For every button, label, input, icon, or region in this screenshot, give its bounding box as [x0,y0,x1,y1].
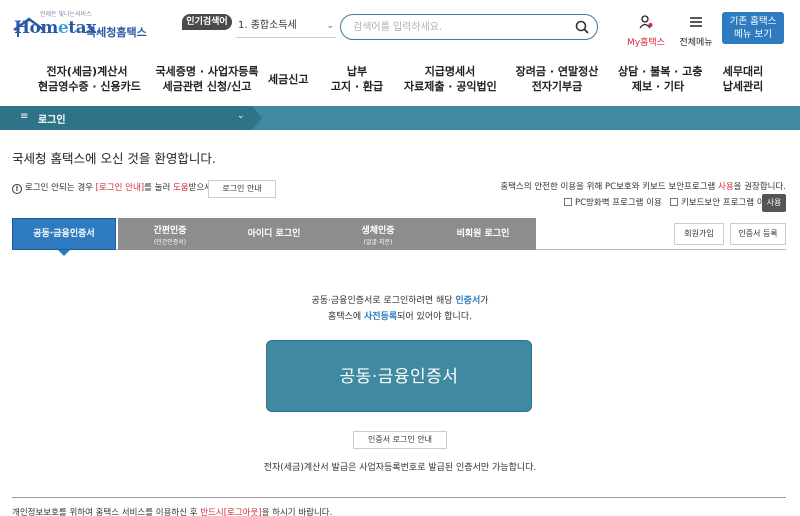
login-guide-link[interactable]: [로그인 안내] [96,183,144,193]
joint-cert-login-button[interactable]: 공동·금융인증서 [266,340,532,412]
old-menu-button[interactable]: 기존 홈택스 메뉴 보기 [722,12,784,44]
nav-item-payment[interactable]: 납부고지 · 환급 [330,64,384,94]
keyboard-security-checkbox[interactable] [670,198,678,206]
nav-item-tax-report[interactable]: 세금신고 [268,72,308,87]
all-menu-button[interactable]: 전체메뉴 [676,14,716,48]
active-tab-pointer [58,250,70,256]
signup-button[interactable]: 회원가입 [674,223,724,245]
nav-item-certificate[interactable]: 국세증명 · 사업자등록세금관련 신청/신고 [146,64,268,94]
keyboard-security-label: 키보드보안 프로그램 이용 [681,198,772,208]
nav-item-consult[interactable]: 상담 · 불복 · 고충제보 · 기타 [618,64,698,94]
chevron-down-icon: ⌄ [326,14,334,38]
chevron-down-icon: ⌄ [237,111,245,121]
myhome-button[interactable]: My홈택스 [624,14,668,48]
all-menu-label: 전체메뉴 [676,35,716,48]
cert-register-button[interactable]: 인증서 등록 [730,223,786,245]
myhome-label: My홈택스 [624,35,668,48]
menu-icon: ≡ [20,111,28,122]
privacy-notice: 개인정보보호를 위하여 홈택스 서비스를 이용하신 후 반드시[로그아웃]을 하… [12,506,332,516]
bottom-divider [12,497,786,498]
firewall-checkbox[interactable] [564,198,572,206]
nav-item-tax-agent[interactable]: 세무대리납세관리 [720,64,766,94]
user-icon [639,15,653,29]
cert-login-guide-button[interactable]: 인증서 로그인 안내 [353,431,447,449]
old-menu-line1: 기존 홈택스 [722,15,784,28]
login-notice: !로그인 안되는 경우 [로그인 안내]를 눌러 도움받으세요. [12,181,223,194]
login-guide-button[interactable]: 로그인 안내 [208,180,276,198]
popular-search-value: 1. 종합소득세 [238,20,297,31]
location-label: 로그인 [38,111,66,126]
hamburger-icon [689,15,703,29]
tab-joint-cert[interactable]: 공동·금융인증서 [12,218,116,250]
popular-search-select[interactable]: 1. 종합소득세 ⌄ [236,14,336,38]
logo-tagline: 언제든 빛나는서비스 [40,9,92,18]
location-bar: ≡ 로그인 ⌄ [0,106,800,130]
old-menu-line2: 메뉴 보기 [722,28,784,41]
nav-item-einvoice[interactable]: 전자(세금)계산서현금영수증 · 신용카드 [38,64,136,94]
use-button[interactable]: 사용 [762,194,786,212]
location-dropdown[interactable]: ≡ 로그인 ⌄ [0,106,252,130]
firewall-label: PC방화벽 프로그램 이용 [575,198,662,208]
page-title: 국세청 홈택스에 오신 것을 환영합니다. [12,148,216,167]
search-box[interactable] [340,14,598,40]
search-input[interactable] [353,20,563,34]
tab-nonmember[interactable]: 비회원 로그인 [430,218,536,250]
warning-icon: ! [12,184,22,194]
search-icon[interactable] [575,20,589,34]
tab-biometric[interactable]: 생체인증 (얼굴·지문) [326,218,430,250]
nav-item-statement[interactable]: 지급명세서자료제출 · 공익법인 [404,64,496,94]
nav-item-incentive[interactable]: 장려금 · 연말정산전자기부금 [514,64,600,94]
tab-simple-auth[interactable]: 간편인증 (민간인증서) [118,218,222,250]
logo-korean: 국세청홈택스 [86,24,147,40]
login-tabs: 공동·금융인증서 간편인증 (민간인증서) 아이디 로그인 생체인증 (얼굴·지… [12,218,536,250]
security-recommend: 홈택스의 안전한 이용을 위해 PC보호와 키보드 보안프로그램 사용을 권장합… [440,180,786,192]
main-nav: 전자(세금)계산서현금영수증 · 신용카드 국세증명 · 사업자등록세금관련 신… [0,58,800,102]
crumb-arrow [252,106,262,130]
security-checkboxes: PC방화벽 프로그램 이용 키보드보안 프로그램 이용 [564,195,772,211]
tab-id-login[interactable]: 아이디 로그인 [222,218,326,250]
cert-guide-text: 공동·금융인증서로 로그인하려면 해당 인증서가 홈택스에 사전등록되어 있어야… [0,293,800,325]
popular-search-badge: 인기검색어 [182,14,232,30]
einvoice-note: 전자(세금)계산서 발급은 사업자등록번호로 발급된 인증서만 가능합니다. [0,460,800,473]
